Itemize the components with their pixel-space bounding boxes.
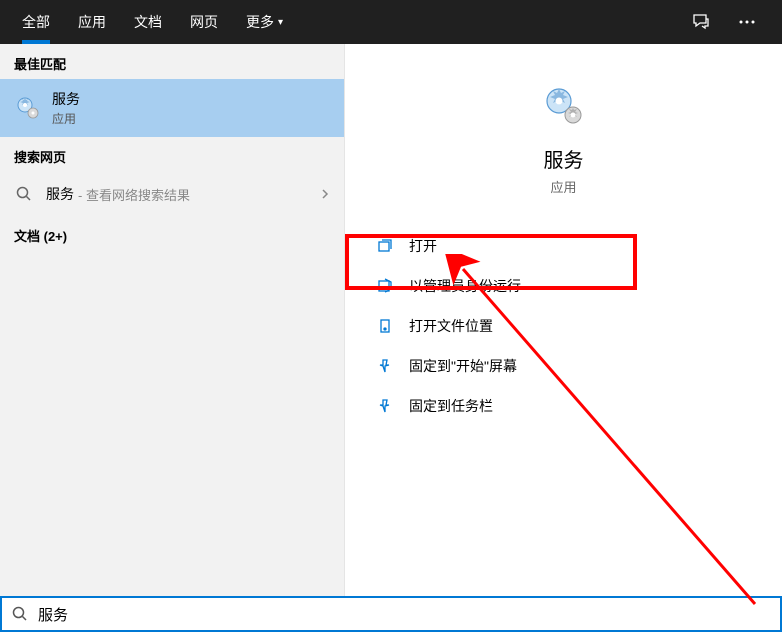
tab-more[interactable]: 更多▾ <box>232 0 297 44</box>
section-best-match: 最佳匹配 <box>0 44 344 79</box>
chevron-down-icon: ▾ <box>278 17 283 28</box>
tab-documents[interactable]: 文档 <box>120 0 176 44</box>
more-icon[interactable] <box>732 14 762 30</box>
web-search-item[interactable]: 服务 - 查看网络搜索结果 <box>0 172 344 216</box>
action-label: 固定到"开始"屏幕 <box>409 356 517 376</box>
action-open[interactable]: 打开 <box>345 226 782 266</box>
search-icon <box>14 186 34 202</box>
top-tabs: 全部 应用 文档 网页 更多▾ <box>0 0 782 44</box>
feedback-icon[interactable] <box>686 7 716 37</box>
pin-icon <box>375 358 395 374</box>
result-subtitle: 应用 <box>52 110 80 127</box>
result-item-services[interactable]: 服务 应用 <box>0 79 344 137</box>
action-label: 固定到任务栏 <box>409 396 493 416</box>
action-pin-start[interactable]: 固定到"开始"屏幕 <box>345 346 782 386</box>
result-title: 服务 <box>52 89 80 109</box>
results-panel: 最佳匹配 服务 应用 搜索网页 服务 - 查看网络搜索结果 文档 (2+) <box>0 44 345 596</box>
services-icon <box>14 94 42 122</box>
preview-header: 服务 应用 <box>345 74 782 220</box>
action-label: 以管理员身份运行 <box>409 276 521 296</box>
web-search-term: 服务 <box>46 184 74 204</box>
section-documents: 文档 (2+) <box>0 216 344 251</box>
main-content: 最佳匹配 服务 应用 搜索网页 服务 - 查看网络搜索结果 文档 (2+) <box>0 44 782 596</box>
action-run-admin[interactable]: 以管理员身份运行 <box>345 266 782 306</box>
open-icon <box>375 238 395 254</box>
tab-all[interactable]: 全部 <box>8 0 64 44</box>
search-icon <box>12 606 28 622</box>
search-bar[interactable]: 服务 <box>0 596 782 632</box>
preview-subtitle: 应用 <box>550 177 576 196</box>
folder-icon <box>375 318 395 334</box>
action-label: 打开 <box>409 236 437 256</box>
action-pin-taskbar[interactable]: 固定到任务栏 <box>345 386 782 426</box>
action-list: 打开 以管理员身份运行 打开文件位置 固定到"开始"屏幕 <box>345 220 782 432</box>
admin-icon <box>375 278 395 294</box>
pin-icon <box>375 398 395 414</box>
preview-title: 服务 <box>544 144 584 173</box>
preview-panel: 服务 应用 打开 以管理员身份运行 打开文件位置 <box>345 44 782 596</box>
tab-web[interactable]: 网页 <box>176 0 232 44</box>
action-open-location[interactable]: 打开文件位置 <box>345 306 782 346</box>
web-search-suffix: - 查看网络搜索结果 <box>78 185 190 204</box>
action-label: 打开文件位置 <box>409 316 493 336</box>
services-icon-large <box>542 84 586 128</box>
section-search-web: 搜索网页 <box>0 137 344 172</box>
search-value: 服务 <box>38 604 68 625</box>
chevron-right-icon <box>320 187 330 201</box>
tab-apps[interactable]: 应用 <box>64 0 120 44</box>
